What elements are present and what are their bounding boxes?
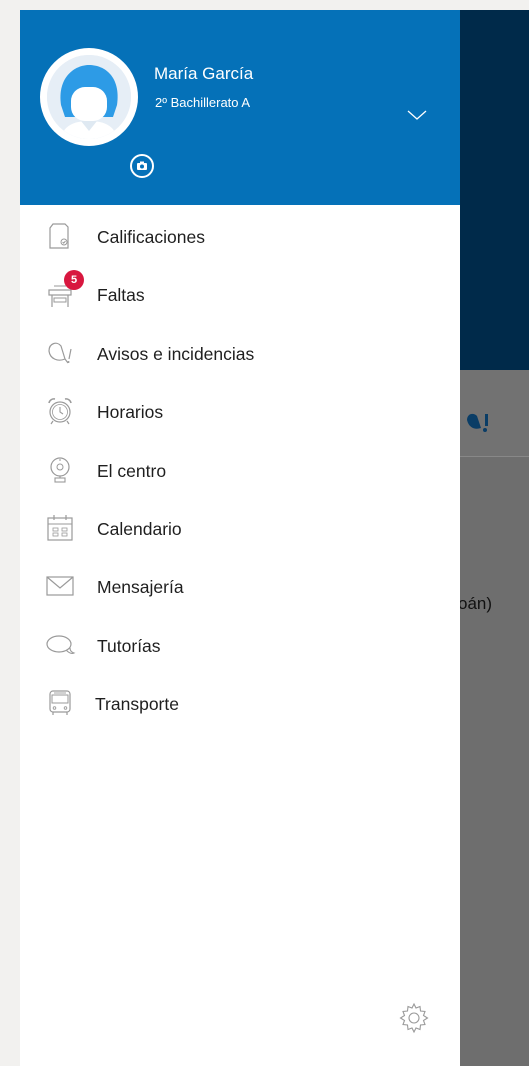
menu-item-label: El centro bbox=[97, 460, 167, 481]
menu-item-horarios[interactable]: Horarios bbox=[20, 383, 460, 441]
menu-item-label: Avisos e incidencias bbox=[97, 343, 255, 364]
menu-item-label: Calificaciones bbox=[97, 227, 205, 247]
notice-icon bbox=[467, 413, 488, 432]
notification-badge: 5 bbox=[64, 270, 84, 291]
menu-item-label: Tutorías bbox=[97, 635, 161, 656]
document-check-icon bbox=[49, 223, 69, 249]
drawer-menu: Calificaciones 5 Faltas Avisos e inciden… bbox=[20, 208, 460, 734]
menu-item-label: Transporte bbox=[95, 694, 179, 715]
menu-item-label: Faltas bbox=[97, 285, 145, 306]
menu-item-calendario[interactable]: Calendario bbox=[20, 500, 460, 558]
gear-icon[interactable] bbox=[396, 1000, 432, 1036]
menu-item-el-centro[interactable]: El centro bbox=[20, 442, 460, 500]
user-name: María García bbox=[154, 64, 254, 83]
menu-item-mensajeria[interactable]: Mensajería bbox=[20, 558, 460, 616]
menu-item-avisos[interactable]: Avisos e incidencias bbox=[20, 325, 460, 383]
chevron-down-icon[interactable] bbox=[406, 108, 428, 122]
menu-item-label: Calendario bbox=[97, 518, 182, 539]
menu-item-tutorias[interactable]: Tutorías bbox=[20, 617, 460, 675]
drawer-header: María García 2º Bachillerato A bbox=[20, 10, 460, 205]
bus-icon bbox=[49, 690, 71, 716]
user-class: 2º Bachillerato A bbox=[155, 95, 251, 110]
calendar-icon bbox=[47, 514, 73, 541]
student-avatar-icon bbox=[47, 55, 131, 139]
menu-item-calificaciones[interactable]: Calificaciones bbox=[20, 208, 460, 266]
avatar[interactable] bbox=[40, 48, 154, 178]
menu-item-transporte[interactable]: Transporte bbox=[20, 675, 460, 733]
menu-item-label: Horarios bbox=[97, 402, 164, 423]
camera-icon[interactable] bbox=[130, 154, 154, 178]
background-text: oán) bbox=[458, 594, 493, 613]
avatar-image bbox=[47, 55, 131, 139]
speech-bubble-icon bbox=[46, 635, 76, 654]
notice-icon bbox=[48, 342, 72, 364]
menu-item-faltas[interactable]: 5 Faltas bbox=[20, 266, 460, 324]
alarm-clock-icon bbox=[48, 398, 72, 425]
navigation-drawer: María García 2º Bachillerato A Calificac… bbox=[20, 10, 460, 1066]
school-bell-icon bbox=[50, 456, 70, 483]
envelope-icon bbox=[46, 576, 74, 596]
menu-item-label: Mensajería bbox=[97, 577, 184, 598]
